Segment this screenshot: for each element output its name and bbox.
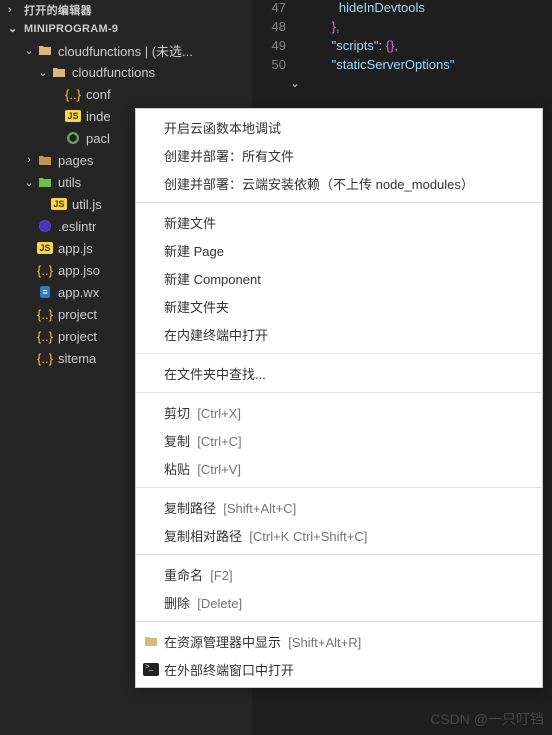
menu-external-terminal[interactable]: 在外部终端窗口中打开 — [136, 655, 542, 683]
code-token: {}, — [386, 38, 398, 53]
tree-label: pages — [58, 153, 93, 168]
json-icon: {..} — [36, 262, 54, 278]
folder-open-icon — [36, 42, 54, 58]
js-icon: JS — [36, 240, 54, 256]
menu-separator — [136, 353, 542, 354]
menu-paste[interactable]: 粘贴 [Ctrl+V] — [136, 454, 542, 482]
code-token: }, — [332, 19, 340, 34]
line-number: 49 — [252, 38, 302, 57]
wxml-icon: ≡ — [36, 284, 54, 300]
code-content: hideInDevtools }, "scripts": {}, "static… — [310, 0, 552, 76]
context-menu: 开启云函数本地调试 创建并部署：所有文件 创建并部署：云端安装依赖（不上传 no… — [135, 108, 543, 688]
shortcut: [Ctrl+C] — [197, 434, 241, 449]
menu-new-component[interactable]: 新建 Component — [136, 264, 542, 292]
line-number: 50 — [252, 57, 302, 76]
chevron-right-icon: › — [8, 4, 22, 16]
menu-new-folder[interactable]: 新建文件夹 — [136, 292, 542, 320]
eslint-icon — [36, 218, 54, 234]
menu-debug-cloud[interactable]: 开启云函数本地调试 — [136, 113, 542, 141]
tree-label: cloudfunctions — [72, 65, 155, 80]
tree-folder-cloudfunctions-root[interactable]: ⌄ cloudfunctions | (未选... — [0, 39, 252, 61]
tree-label: app.jso — [58, 263, 100, 278]
code-token: staticServerOptions — [336, 57, 449, 72]
menu-new-page[interactable]: 新建 Page — [136, 236, 542, 264]
folder-icon — [36, 152, 54, 168]
menu-copy-path[interactable]: 复制路径 [Shift+Alt+C] — [136, 493, 542, 521]
code-token: hideInDevtools — [339, 0, 425, 15]
menu-deploy-cloud[interactable]: 创建并部署：云端安装依赖（不上传 node_modules） — [136, 169, 542, 197]
tree-label: utils — [58, 175, 81, 190]
menu-rename[interactable]: 重命名 [F2] — [136, 560, 542, 588]
tree-label: inde — [86, 109, 111, 124]
menu-find-in-folder[interactable]: 在文件夹中查找... — [136, 359, 542, 387]
shortcut: [Shift+Alt+R] — [288, 635, 361, 650]
json-icon: {..} — [36, 306, 54, 322]
menu-deploy-all[interactable]: 创建并部署：所有文件 — [136, 141, 542, 169]
tree-label: project — [58, 329, 97, 344]
menu-separator — [136, 487, 542, 488]
folder-open-icon — [50, 64, 68, 80]
fold-chevron-icon[interactable]: ⌄ — [290, 76, 300, 90]
json-icon: {..} — [64, 86, 82, 102]
chevron-right-icon: › — [22, 154, 36, 166]
tree-label: util.js — [72, 197, 102, 212]
terminal-icon — [142, 661, 160, 677]
section-label: MINIPROGRAM-9 — [24, 23, 118, 35]
tree-label: conf — [86, 87, 111, 102]
tree-label: cloudfunctions | (未选... — [58, 41, 193, 60]
chevron-down-icon: ⌄ — [36, 66, 50, 79]
menu-separator — [136, 621, 542, 622]
code-token: scripts — [336, 38, 374, 53]
shortcut: [Delete] — [197, 596, 242, 611]
folder-open-icon — [36, 174, 54, 190]
tree-label: .eslintr — [58, 219, 96, 234]
menu-open-terminal[interactable]: 在内建终端中打开 — [136, 320, 542, 348]
chevron-down-icon: ⌄ — [22, 44, 36, 57]
section-open-editors[interactable]: › 打开的编辑器 — [0, 0, 252, 20]
js-icon: JS — [50, 196, 68, 212]
tree-label: app.js — [58, 241, 93, 256]
tree-label: sitema — [58, 351, 96, 366]
line-number: 47 — [252, 0, 302, 19]
shortcut: [Ctrl+V] — [197, 462, 241, 477]
tree-folder-cloudfunctions[interactable]: ⌄ cloudfunctions — [0, 61, 252, 83]
menu-separator — [136, 554, 542, 555]
menu-copy-rel-path[interactable]: 复制相对路径 [Ctrl+K Ctrl+Shift+C] — [136, 521, 542, 549]
line-number: 48 — [252, 19, 302, 38]
tree-file-config-json[interactable]: {..} conf — [0, 83, 252, 105]
section-project[interactable]: ⌄ MINIPROGRAM-9 — [0, 20, 252, 37]
folder-icon — [142, 633, 160, 649]
js-icon: JS — [64, 108, 82, 124]
shortcut: [Shift+Alt+C] — [223, 501, 296, 516]
section-label: 打开的编辑器 — [24, 2, 92, 18]
shortcut: [F2] — [210, 568, 232, 583]
tree-label: pacl — [86, 131, 110, 146]
menu-separator — [136, 202, 542, 203]
line-gutter: 47 48 49 50 — [252, 0, 302, 76]
menu-delete[interactable]: 删除 [Delete] — [136, 588, 542, 616]
chevron-down-icon: ⌄ — [22, 176, 36, 189]
menu-cut[interactable]: 剪切 [Ctrl+X] — [136, 398, 542, 426]
json-icon: {..} — [36, 328, 54, 344]
tree-label: project — [58, 307, 97, 322]
menu-reveal-explorer[interactable]: 在资源管理器中显示 [Shift+Alt+R] — [136, 627, 542, 655]
menu-separator — [136, 392, 542, 393]
json-icon: {..} — [36, 350, 54, 366]
tree-label: app.wx — [58, 285, 99, 300]
shortcut: [Ctrl+K Ctrl+Shift+C] — [249, 529, 367, 544]
menu-new-file[interactable]: 新建文件 — [136, 208, 542, 236]
shortcut: [Ctrl+X] — [197, 406, 241, 421]
chevron-down-icon: ⌄ — [8, 22, 22, 35]
menu-copy[interactable]: 复制 [Ctrl+C] — [136, 426, 542, 454]
node-icon: ⬢ — [64, 130, 82, 146]
